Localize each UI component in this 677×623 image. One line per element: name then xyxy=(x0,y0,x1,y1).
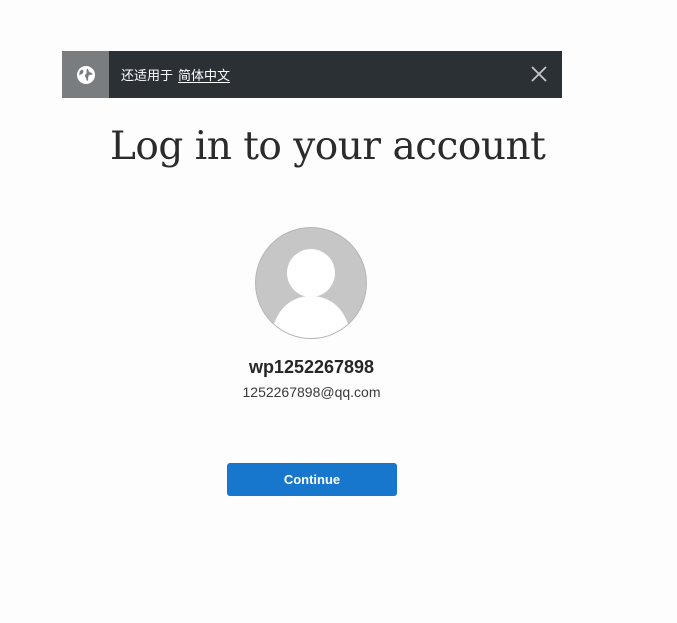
account-email: 1252267898@qq.com xyxy=(242,384,381,400)
language-banner: 还适用于 简体中文 xyxy=(62,51,562,98)
close-icon[interactable] xyxy=(530,65,548,83)
globe-icon-box xyxy=(62,51,109,98)
banner-text: 还适用于 xyxy=(121,69,174,84)
language-link[interactable]: 简体中文 xyxy=(178,65,230,84)
account-username: wp1252267898 xyxy=(248,357,375,377)
avatar xyxy=(255,227,367,339)
banner-message: 还适用于 简体中文 xyxy=(121,65,230,84)
continue-button[interactable]: Continue xyxy=(227,463,397,496)
page-title: Log in to your account xyxy=(110,124,546,169)
user-silhouette-icon xyxy=(271,249,351,338)
globe-icon xyxy=(76,65,95,84)
